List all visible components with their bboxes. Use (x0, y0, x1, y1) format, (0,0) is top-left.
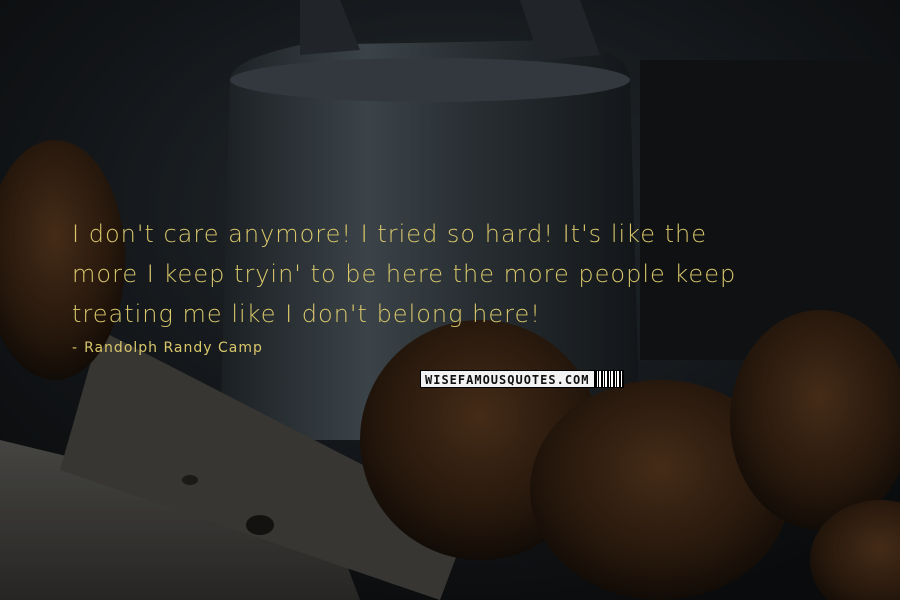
quote-text: I don't care anymore! I tried so hard! I… (72, 214, 852, 334)
barcode-icon (594, 370, 624, 388)
author-name: Randolph Randy Camp (84, 340, 263, 356)
watermark-text: WISEFAMOUSQUOTES.COM (420, 370, 595, 388)
author-dash: - (72, 340, 79, 356)
quote-line: treating me like I don't belong here! (72, 300, 541, 328)
quote-line: more I keep tryin' to be here the more p… (72, 260, 737, 288)
watermark-logo: WISEFAMOUSQUOTES.COM (420, 370, 624, 388)
quote-line: I don't care anymore! I tried so hard! I… (72, 220, 707, 248)
quote-author: - Randolph Randy Camp (72, 340, 263, 356)
